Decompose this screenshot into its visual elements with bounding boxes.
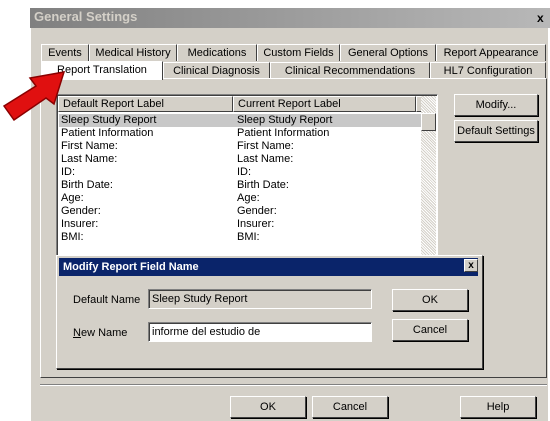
column-header-default-label[interactable]: Default Report Label [58,96,233,112]
current-label-cell: BMI: [237,231,260,243]
default-label-cell: Gender: [61,205,101,217]
new-name-label-text: ew Name [80,327,128,339]
current-label-cell: First Name: [237,140,294,152]
footer-help-button[interactable]: Help [460,396,536,418]
current-label-cell: Gender: [237,205,277,217]
tab-clinical-diagnosis[interactable]: Clinical Diagnosis [163,62,270,79]
current-label-cell: Insurer: [237,218,275,230]
column-header-current-label[interactable]: Current Report Label [233,96,416,112]
default-label-cell: Last Name: [61,153,118,165]
tab-custom-fields[interactable]: Custom Fields [257,44,340,61]
new-name-input[interactable] [148,322,372,342]
current-label-cell: Birth Date: [237,179,289,191]
dialog-ok-button[interactable]: OK [392,289,468,311]
list-item[interactable]: Insurer: Insurer: [59,218,421,231]
window-close-button[interactable]: x [537,11,544,25]
list-item[interactable]: Patient Information Patient Information [59,127,421,140]
list-item[interactable]: Birth Date: Birth Date: [59,179,421,192]
red-arrow-icon [2,71,66,122]
default-label-cell: Birth Date: [61,179,113,191]
default-label-cell: Sleep Study Report [61,114,157,126]
default-label-cell: ID: [61,166,76,178]
list-item[interactable]: Age: Age: [59,192,421,205]
scrollbar-thumb[interactable] [421,113,436,131]
default-name-field: Sleep Study Report [148,289,372,309]
tab-medications[interactable]: Medications [177,44,257,61]
list-item[interactable]: BMI: BMI: [59,231,421,244]
tab-hl7-configuration[interactable]: HL7 Configuration [430,62,546,79]
default-label-cell: Patient Information [61,127,154,139]
new-name-label-accesskey: N [73,327,81,339]
modify-button[interactable]: Modify... [454,94,538,116]
footer-cancel-button[interactable]: Cancel [312,396,388,418]
tab-report-appearance[interactable]: Report Appearance [436,44,546,61]
footer-ok-button[interactable]: OK [230,396,306,418]
list-item[interactable]: Sleep Study Report Sleep Study Report [59,114,421,127]
default-label-cell: First Name: [61,140,118,152]
tab-medical-history[interactable]: Medical History [89,44,177,61]
new-name-label: New Name [73,327,127,339]
default-label-cell: Insurer: [61,218,99,230]
list-item[interactable]: First Name: First Name: [59,140,421,153]
list-item[interactable]: Last Name: Last Name: [59,153,421,166]
window-title: General Settings [34,9,138,24]
default-label-cell: Age: [61,192,84,204]
dialog-title: Modify Report Field Name [59,258,478,276]
dialog-cancel-button[interactable]: Cancel [392,319,468,341]
tab-clinical-recommendations[interactable]: Clinical Recommendations [270,62,430,79]
tab-general-options[interactable]: General Options [340,44,436,61]
list-item[interactable]: ID: ID: [59,166,421,179]
modify-field-dialog: Modify Report Field Name x Default Name … [56,255,483,369]
footer-separator [40,384,547,386]
current-label-cell: ID: [237,166,252,178]
current-label-cell: Sleep Study Report [237,114,333,126]
current-label-cell: Age: [237,192,260,204]
current-label-cell: Last Name: [237,153,294,165]
default-label-cell: BMI: [61,231,84,243]
default-name-label: Default Name [73,294,141,306]
current-label-cell: Patient Information [237,127,330,139]
dialog-close-button[interactable]: x [464,259,478,272]
list-item[interactable]: Gender: Gender: [59,205,421,218]
default-settings-button[interactable]: Default Settings [454,120,538,142]
